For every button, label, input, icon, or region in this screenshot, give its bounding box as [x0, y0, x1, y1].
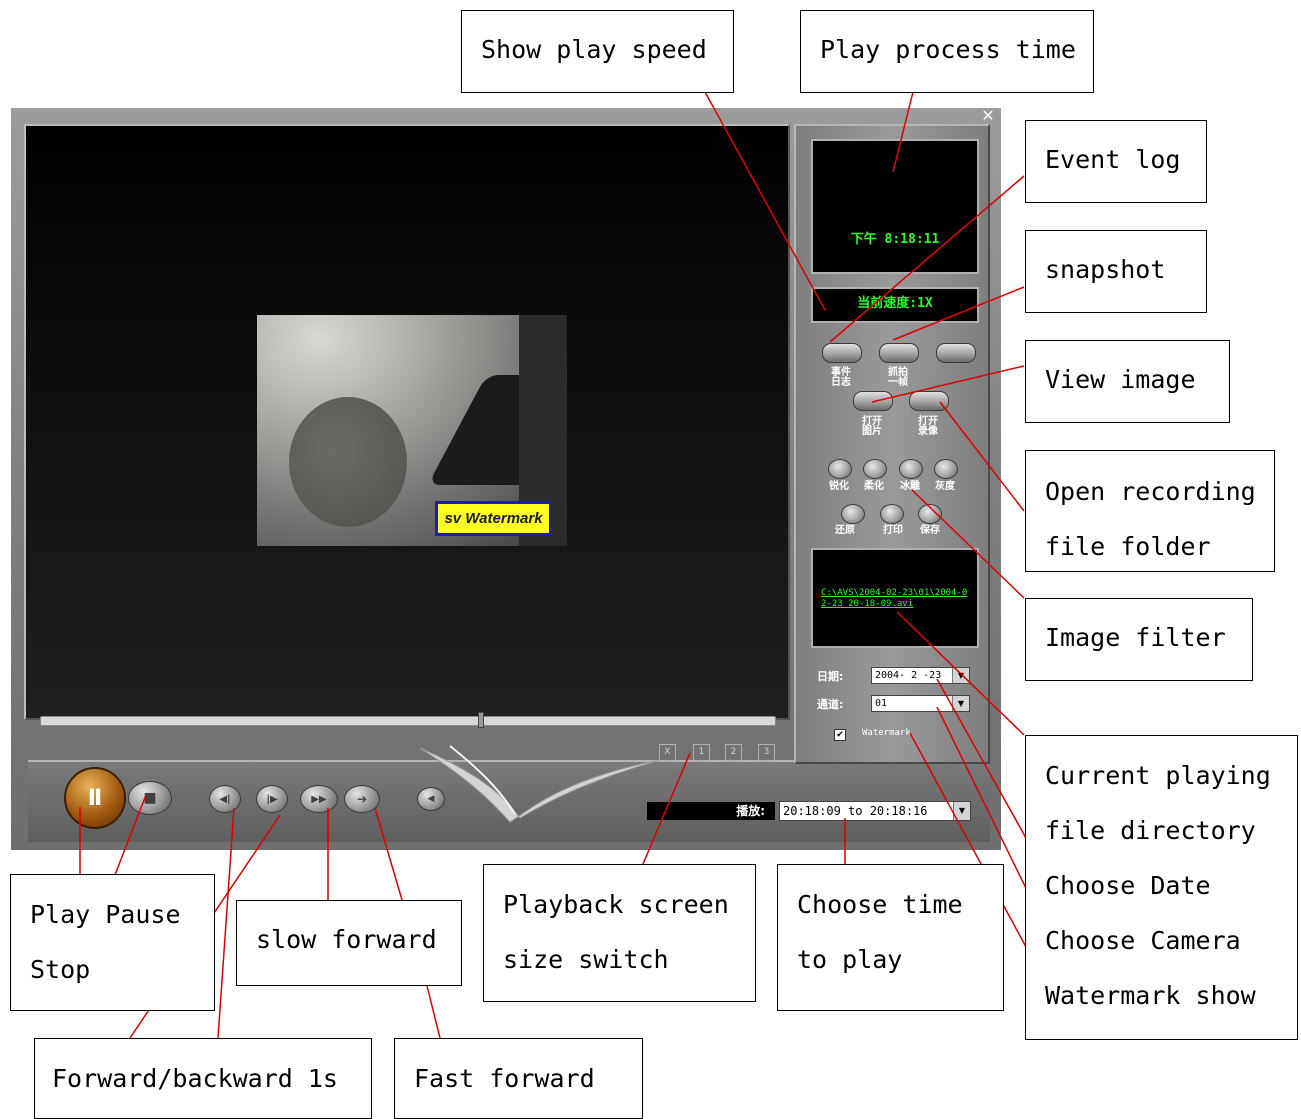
- callout-image-filter: Image filter: [1025, 598, 1253, 681]
- callout-event-log: Event log: [1025, 120, 1207, 203]
- leader-fast-forward-top: [374, 807, 403, 901]
- callout-view-image: View image: [1025, 340, 1230, 423]
- callout-forward-backward-1s: Forward/backward 1s: [34, 1038, 372, 1119]
- callout-snapshot: snapshot: [1025, 230, 1207, 313]
- callout-play-process-time: Play process time: [800, 10, 1094, 93]
- callout-choose-time: Choose time to play: [777, 864, 1004, 1011]
- leader-image-filter: [911, 489, 1025, 599]
- leader-open-recording: [939, 401, 1025, 512]
- callout-slow-forward: slow forward: [236, 900, 462, 986]
- leader-view-image: [871, 365, 1025, 403]
- leader-backward-1s: [217, 807, 235, 1039]
- callout-open-recording: Open recording file folder: [1025, 450, 1275, 572]
- annotated-player-diagram: ✕ sv Watermark Ⅱ ■ ◀| |▶ ▶▶ ➔ ◀ X 1 2 3 …: [0, 0, 1301, 1119]
- callout-show-play-speed: Show play speed: [461, 10, 734, 93]
- callout-right-stack: Current playing file directory Choose Da…: [1025, 735, 1298, 1040]
- leader-play-time: [892, 91, 914, 173]
- callout-screen-size-switch: Playback screen size switch: [483, 864, 756, 1002]
- callout-play-pause-stop: Play Pause Stop: [10, 874, 215, 1011]
- leader-screen-size: [642, 752, 691, 865]
- leader-fast-forward-bottom: [426, 985, 441, 1039]
- leader-play-speed: [704, 91, 826, 311]
- leader-event-log: [829, 175, 1025, 343]
- callout-fast-forward: Fast forward: [394, 1038, 643, 1119]
- leader-current-file: [896, 611, 1025, 736]
- leader-snapshot: [892, 286, 1025, 341]
